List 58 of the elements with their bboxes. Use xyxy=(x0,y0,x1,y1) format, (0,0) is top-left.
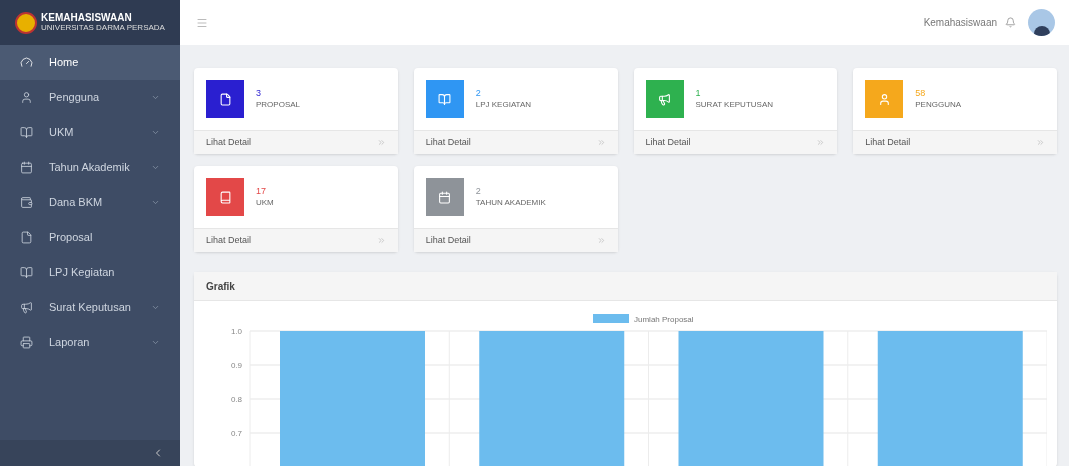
card-count: 2 xyxy=(475,186,482,198)
detail-link[interactable]: Lihat Detail xyxy=(194,130,398,154)
sidebar-item[interactable]: Proposal xyxy=(0,220,180,255)
detail-link[interactable]: Lihat Detail xyxy=(194,228,398,252)
legend-label: Jumlah Proposal xyxy=(634,315,694,324)
card-label: TAHUN AKADEMIK xyxy=(475,197,546,208)
bell-icon[interactable] xyxy=(1005,17,1016,28)
legend: Jumlah Proposal xyxy=(593,314,694,324)
sidebar-item[interactable]: Surat Keputusan xyxy=(0,290,180,325)
y-tick-label: 0.7 xyxy=(230,429,242,438)
sidebar-item[interactable]: UKM xyxy=(0,115,180,150)
card-icon xyxy=(438,92,452,106)
y-tick-label: 0.9 xyxy=(230,361,242,370)
detail-link[interactable]: Lihat Detail xyxy=(853,130,1057,154)
card-label: UKM xyxy=(256,197,274,208)
card-icon xyxy=(438,190,452,204)
brand-subtitle: UNIVERSITAS DARMA PERSADA xyxy=(41,22,165,33)
sidebar-item[interactable]: Laporan xyxy=(0,325,180,360)
arrow-icon xyxy=(376,236,386,245)
card-icon xyxy=(218,190,232,204)
detail-link[interactable]: Lihat Detail xyxy=(413,228,618,252)
card-label: PROPOSAL xyxy=(256,99,300,110)
y-tick-label: 1.0 xyxy=(230,327,242,336)
chevron-icon xyxy=(151,128,160,137)
avatar[interactable] xyxy=(1028,9,1055,36)
chevron-icon xyxy=(151,163,160,172)
card-count: 2 xyxy=(475,88,482,100)
card-icon xyxy=(877,92,891,106)
chevron-icon xyxy=(151,93,160,102)
card-count: 17 xyxy=(256,186,267,198)
arrow-icon xyxy=(596,236,606,245)
chevron-icon xyxy=(151,303,160,312)
card-label: SURAT KEPUTUSAN xyxy=(695,99,773,110)
sidebar-item[interactable]: Tahun Akademik xyxy=(0,150,180,185)
brand-title: KEMAHASISWAAN xyxy=(41,12,133,23)
chart-title: Grafik xyxy=(194,272,1057,301)
chevron-icon xyxy=(151,338,160,347)
y-tick-label: 0.8 xyxy=(230,395,242,404)
arrow-icon xyxy=(816,138,826,147)
card-icon xyxy=(658,92,671,106)
card-label: PENGGUNA xyxy=(915,99,962,110)
sidebar-item[interactable]: Home xyxy=(0,45,180,80)
detail-link[interactable]: Lihat Detail xyxy=(633,130,838,154)
detail-link[interactable]: Lihat Detail xyxy=(413,130,618,154)
sidebar-item[interactable]: Dana BKM xyxy=(0,185,180,220)
card-count: 3 xyxy=(256,88,262,100)
card-count: 58 xyxy=(915,88,927,100)
arrow-icon xyxy=(376,138,386,147)
sidebar-item[interactable]: LPJ Kegiatan xyxy=(0,255,180,290)
sidebar-item[interactable]: Pengguna xyxy=(0,80,180,115)
card-count: 1 xyxy=(695,88,702,100)
arrow-icon xyxy=(596,138,606,147)
card-label: LPJ KEGIATAN xyxy=(475,99,532,110)
user-name[interactable]: Kemahasiswaan xyxy=(923,15,997,30)
chevron-icon xyxy=(151,198,160,207)
logo-icon xyxy=(15,11,38,34)
arrow-icon xyxy=(1036,138,1045,147)
card-icon xyxy=(218,92,232,106)
